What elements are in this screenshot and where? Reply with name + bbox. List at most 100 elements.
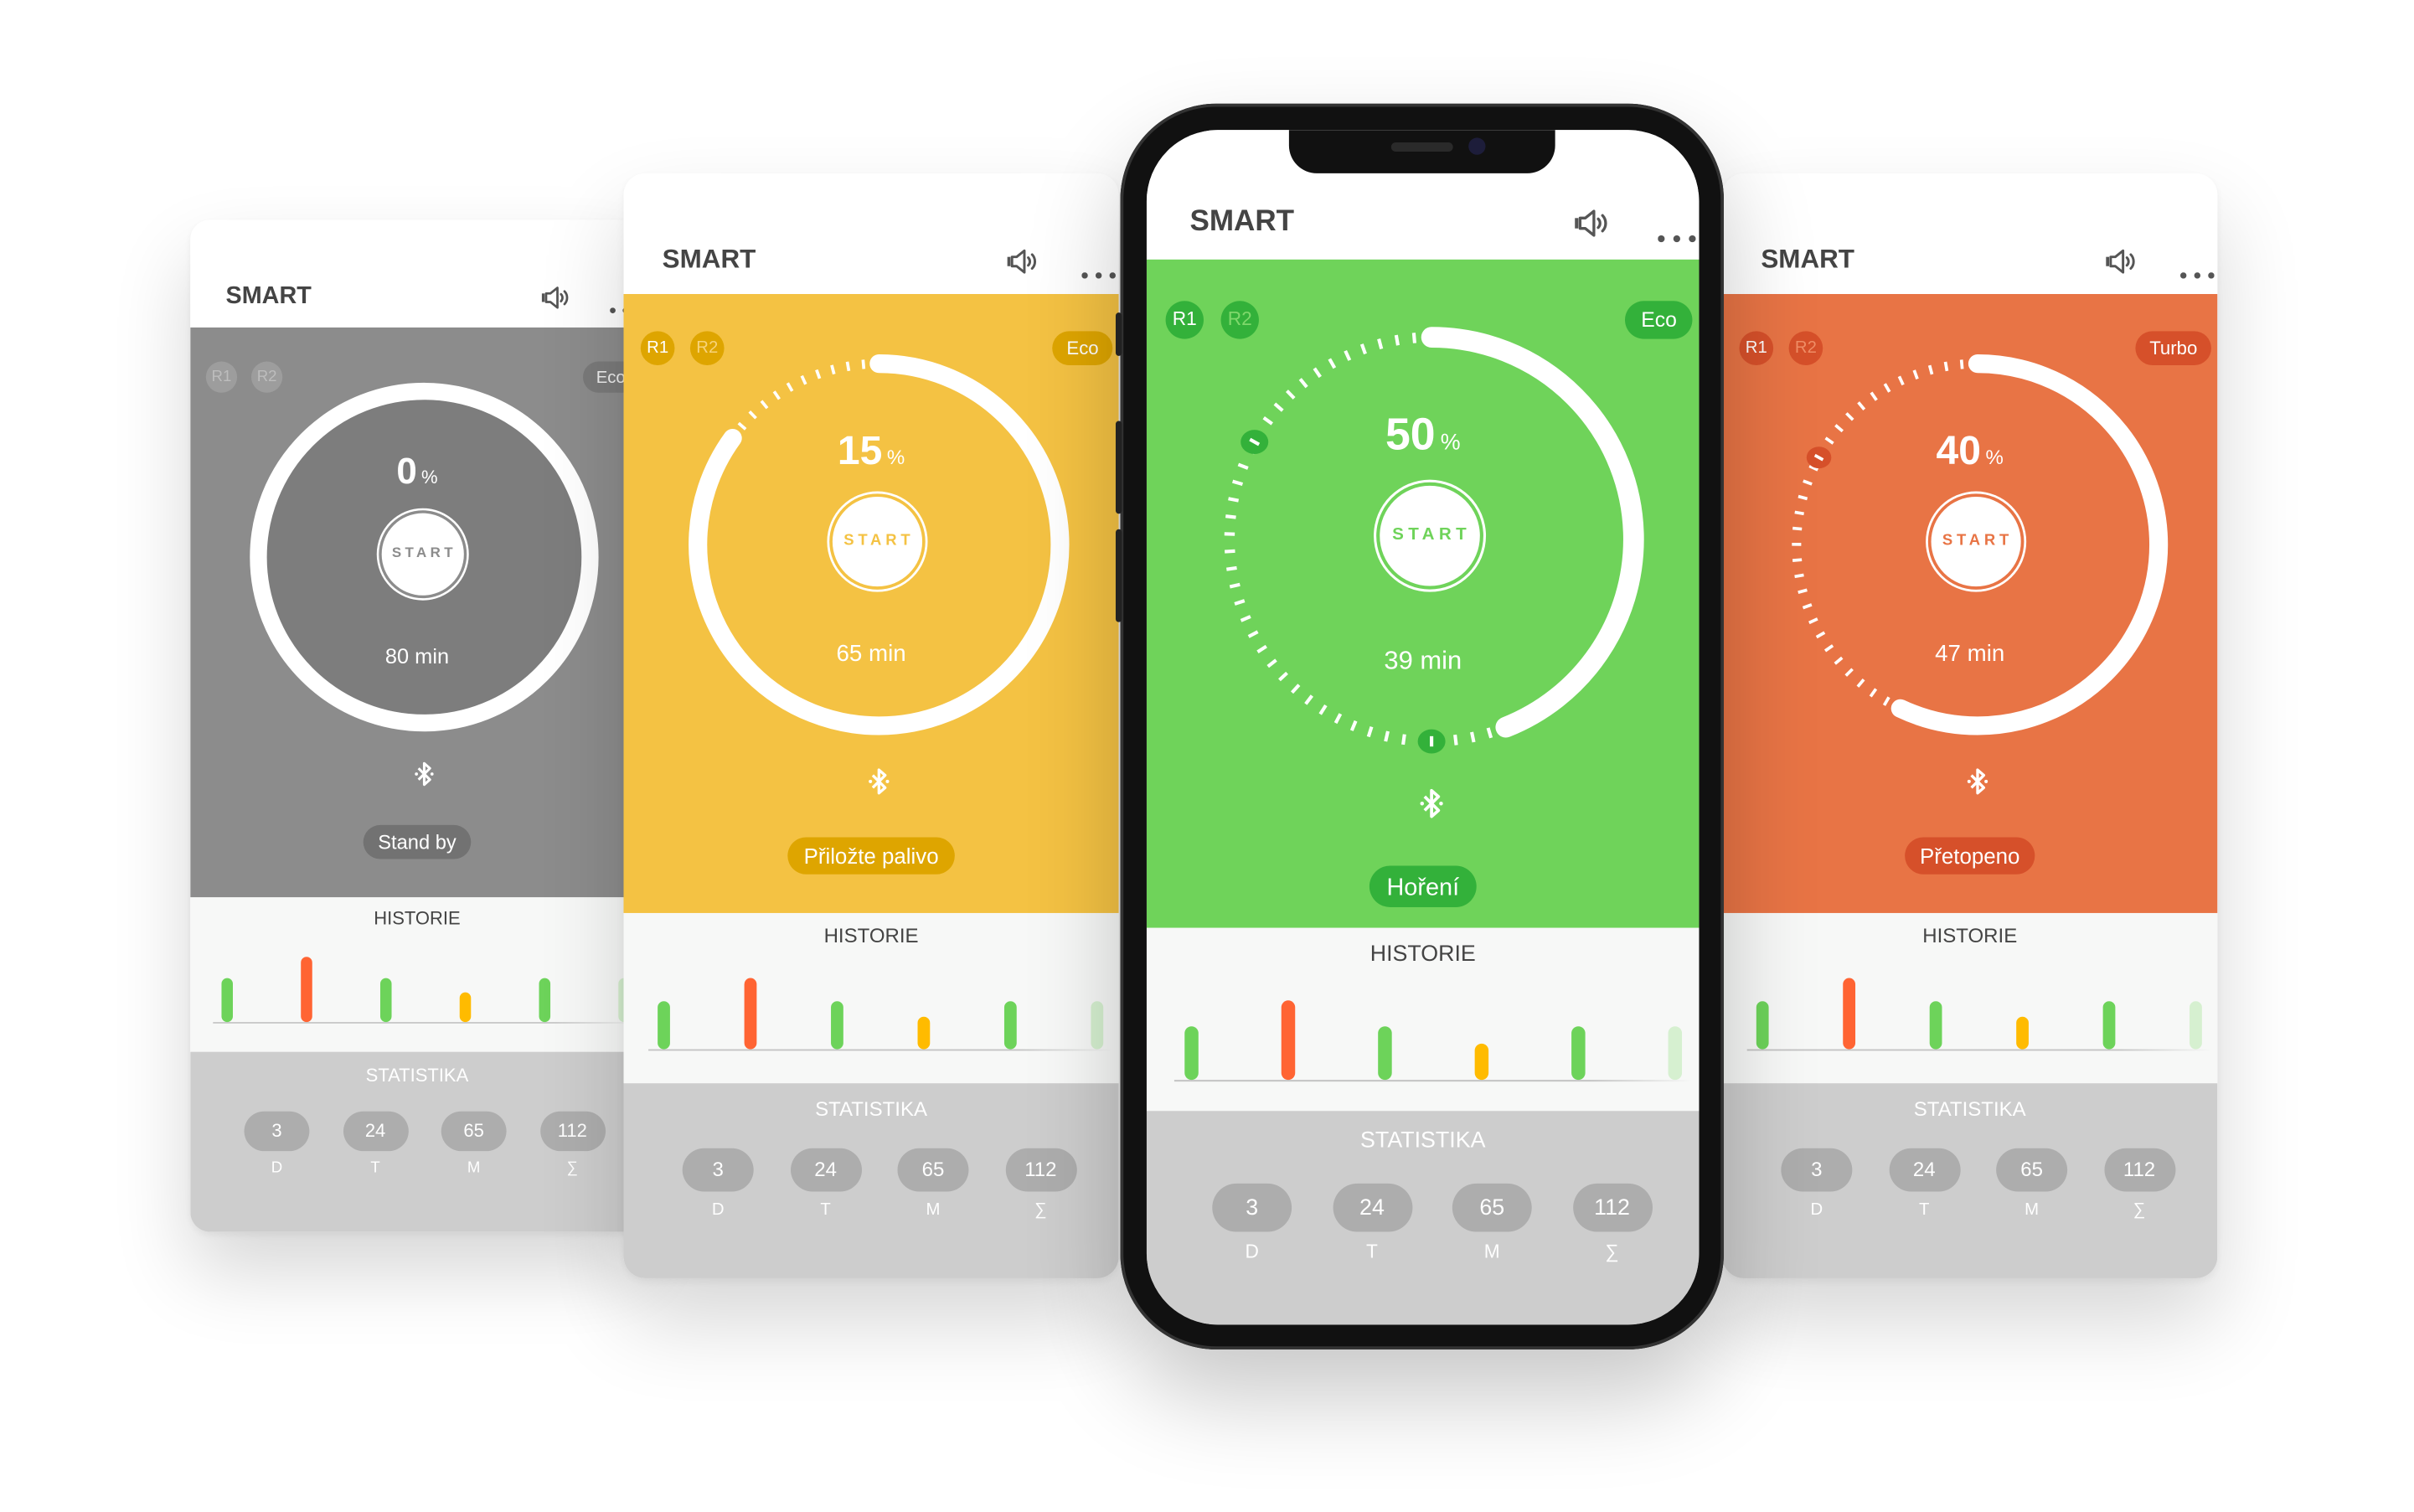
history-bar[interactable] xyxy=(1930,1000,1942,1049)
app-title: SMART xyxy=(1761,245,1854,276)
history-bar[interactable] xyxy=(1378,1025,1391,1080)
relay-r2-button[interactable]: R2 xyxy=(251,362,282,393)
relay-r1-button[interactable]: R1 xyxy=(206,362,237,393)
more-dots-icon[interactable] xyxy=(1658,219,1695,226)
stat-value: 65 xyxy=(441,1112,507,1151)
control-panel: R1R2Eco0%START80 minStand by xyxy=(190,328,644,897)
history-bar[interactable] xyxy=(831,1000,843,1049)
percent-value: 0 xyxy=(396,449,416,492)
stat-label: ∑ xyxy=(2104,1201,2175,1220)
dial-tick xyxy=(1379,339,1381,349)
percent-unit: % xyxy=(1986,446,2004,469)
speaker-icon[interactable] xyxy=(2104,248,2138,276)
relay-r1-button[interactable]: R1 xyxy=(1166,301,1204,338)
start-button[interactable]: START xyxy=(1932,497,2021,586)
dial-tick xyxy=(1226,568,1236,570)
history-bar[interactable] xyxy=(460,993,472,1023)
history-section: HISTORIE xyxy=(1147,928,1700,1112)
more-dots-icon[interactable] xyxy=(2180,259,2215,265)
speaker-icon[interactable] xyxy=(540,285,571,310)
app-header: SMART xyxy=(624,173,1119,294)
start-button[interactable]: START xyxy=(382,513,464,596)
dial-tick xyxy=(1292,685,1299,693)
history-bar[interactable] xyxy=(1669,1025,1682,1080)
stat-label: D xyxy=(1212,1242,1292,1263)
speaker-icon[interactable] xyxy=(1573,208,1611,239)
phone-side-button xyxy=(1116,312,1122,356)
status-badge: Přetopeno xyxy=(1905,837,2035,874)
history-bar[interactable] xyxy=(1571,1025,1585,1080)
relay-r2-button[interactable]: R2 xyxy=(690,331,725,365)
dial-tick xyxy=(1225,551,1235,552)
dial-tick xyxy=(1241,617,1251,621)
dial-tick xyxy=(1846,669,1853,676)
stat-label: M xyxy=(441,1159,507,1176)
dial-tick xyxy=(1884,697,1889,705)
dial-tick xyxy=(1488,728,1492,738)
app-screen: SMARTR1R2Eco15%START65 minPřiložte paliv… xyxy=(624,173,1119,1278)
history-bar[interactable] xyxy=(1475,1044,1488,1080)
history-bar[interactable] xyxy=(658,1000,670,1049)
history-bar[interactable] xyxy=(539,978,551,1022)
history-bar[interactable] xyxy=(1282,1000,1295,1080)
dial-tick xyxy=(1225,516,1235,517)
history-baseline xyxy=(213,1022,638,1024)
stat-label: T xyxy=(1333,1242,1412,1263)
relay-r1-button[interactable]: R1 xyxy=(1739,331,1773,365)
stat-label: T xyxy=(343,1159,408,1176)
stat-label: ∑ xyxy=(539,1159,605,1176)
history-bar[interactable] xyxy=(301,957,312,1022)
history-bar[interactable] xyxy=(1091,1000,1103,1049)
relay-r2-button[interactable]: R2 xyxy=(1221,301,1259,338)
more-dots-icon[interactable] xyxy=(1081,259,1116,265)
stat-value: 112 xyxy=(1572,1184,1652,1232)
history-bar[interactable] xyxy=(745,978,757,1049)
status-wrapper: Přetopeno xyxy=(1722,837,2217,874)
dial xyxy=(1147,260,1700,928)
status-badge: Stand by xyxy=(364,825,470,859)
history-title: HISTORIE xyxy=(1722,924,2217,947)
history-bar[interactable] xyxy=(1843,978,1855,1049)
history-bar[interactable] xyxy=(2016,1017,2029,1050)
start-button[interactable]: START xyxy=(833,497,922,586)
dial-tick xyxy=(1846,413,1853,420)
stat-value: 112 xyxy=(2104,1148,2175,1192)
relay-r1-button[interactable]: R1 xyxy=(641,331,675,365)
time-remaining: 47 min xyxy=(1722,641,2217,667)
history-bar[interactable] xyxy=(221,978,233,1022)
dial-tick xyxy=(1385,731,1388,741)
speaker-icon[interactable] xyxy=(1006,248,1040,276)
history-bar[interactable] xyxy=(1004,1000,1017,1049)
dial-tick xyxy=(1362,344,1365,354)
app-title: SMART xyxy=(226,282,312,311)
mode-badge[interactable]: Eco xyxy=(1053,331,1112,365)
dial-tick xyxy=(1287,391,1294,399)
status-wrapper: Hoření xyxy=(1147,865,1700,906)
dial-tick xyxy=(1403,735,1405,745)
start-button[interactable]: START xyxy=(1380,486,1480,586)
statistics-section: STATISTIKA3D24T65M112∑ xyxy=(624,1083,1119,1278)
dial-tick xyxy=(1798,497,1808,499)
time-remaining: 39 min xyxy=(1147,647,1700,676)
history-bar[interactable] xyxy=(1756,1000,1769,1049)
history-bar[interactable] xyxy=(2103,1000,2116,1049)
stat-value: 24 xyxy=(1333,1184,1412,1232)
app-screen: SMARTR1R2Turbo40%START47 minPřetopenoHIS… xyxy=(1722,173,2217,1278)
relay-r2-button[interactable]: R2 xyxy=(1789,331,1823,365)
dial-tick xyxy=(802,376,806,384)
history-bar[interactable] xyxy=(1184,1025,1198,1080)
mode-badge[interactable]: Turbo xyxy=(2136,331,2211,365)
history-bar[interactable] xyxy=(918,1017,931,1050)
statistics-section: STATISTIKA3D24T65M112∑ xyxy=(1722,1083,2217,1278)
dial-tick xyxy=(1859,402,1865,409)
history-bar[interactable] xyxy=(380,978,392,1022)
dial-tick xyxy=(1455,735,1456,745)
history-bar[interactable] xyxy=(2190,1000,2202,1049)
history-section: HISTORIE xyxy=(190,897,644,1051)
control-panel: R1R2Eco50%START39 minHoření xyxy=(1147,260,1700,928)
dial-tick xyxy=(1899,376,1903,384)
dial-tick xyxy=(1885,384,1890,392)
mode-badge[interactable]: Eco xyxy=(1626,301,1693,338)
percent-value: 15 xyxy=(838,427,882,473)
stat-label: M xyxy=(1452,1242,1532,1263)
